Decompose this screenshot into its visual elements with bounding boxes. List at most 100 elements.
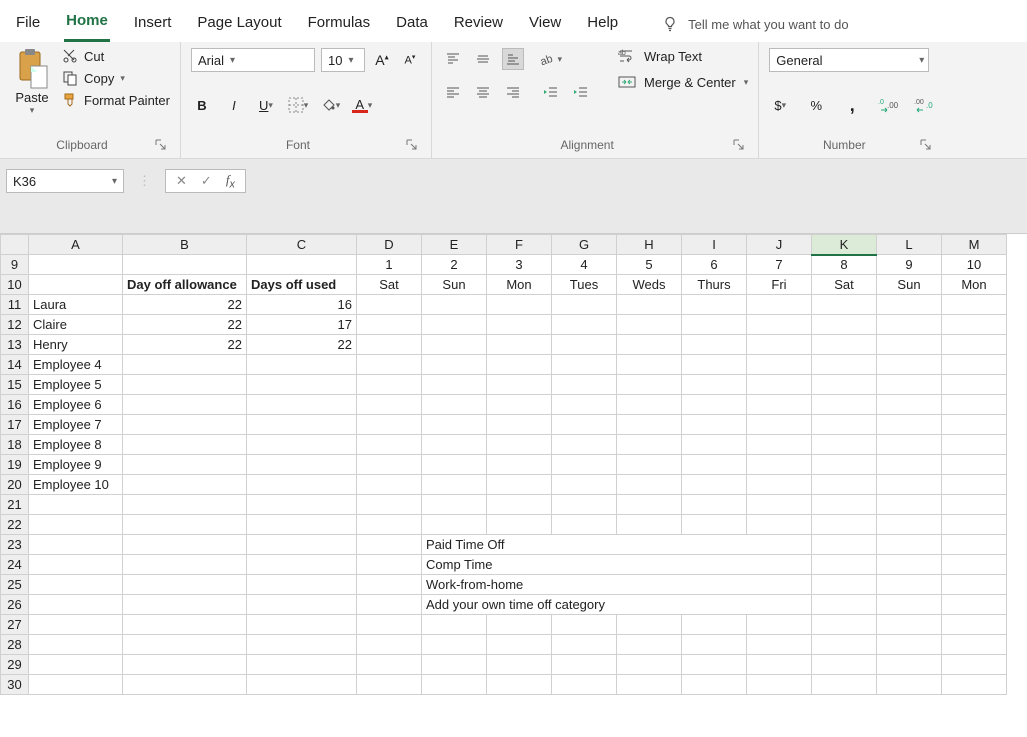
- cell-I30[interactable]: [682, 675, 747, 695]
- align-bottom-button[interactable]: [502, 48, 524, 70]
- cell-K15[interactable]: [812, 375, 877, 395]
- cell-D22[interactable]: [357, 515, 422, 535]
- col-header-I[interactable]: I: [682, 235, 747, 255]
- cell-J14[interactable]: [747, 355, 812, 375]
- row-header-11[interactable]: 11: [1, 295, 29, 315]
- col-header-C[interactable]: C: [247, 235, 357, 255]
- orientation-button[interactable]: ab▾: [540, 48, 562, 70]
- underline-button[interactable]: U▾: [255, 94, 277, 116]
- accounting-format-button[interactable]: $▾: [769, 94, 791, 116]
- cell-J29[interactable]: [747, 655, 812, 675]
- cell-G29[interactable]: [552, 655, 617, 675]
- legend-color-pto[interactable]: [357, 535, 422, 555]
- copy-button[interactable]: Copy ▾: [62, 70, 170, 86]
- cell-H18[interactable]: [617, 435, 682, 455]
- cell-A11[interactable]: Laura: [29, 295, 123, 315]
- cell-C22[interactable]: [247, 515, 357, 535]
- cell-K13[interactable]: [812, 335, 877, 355]
- cell-B22[interactable]: [123, 515, 247, 535]
- cell-A24[interactable]: [29, 555, 123, 575]
- cell-J16[interactable]: [747, 395, 812, 415]
- tell-me[interactable]: Tell me what you want to do: [662, 16, 848, 32]
- cell-L28[interactable]: [877, 635, 942, 655]
- cell-H16[interactable]: [617, 395, 682, 415]
- cell-J21[interactable]: [747, 495, 812, 515]
- cell-C20[interactable]: [247, 475, 357, 495]
- decrease-decimal-button[interactable]: .00.0: [913, 94, 935, 116]
- cell-K20[interactable]: [812, 475, 877, 495]
- cell-L26[interactable]: [877, 595, 942, 615]
- row-header-30[interactable]: 30: [1, 675, 29, 695]
- cell-B15[interactable]: [123, 375, 247, 395]
- wrap-text-button[interactable]: ab Wrap Text: [618, 48, 748, 64]
- cell-G12[interactable]: [552, 315, 617, 335]
- menu-view[interactable]: View: [527, 8, 563, 41]
- cell-E30[interactable]: [422, 675, 487, 695]
- cell-A22[interactable]: [29, 515, 123, 535]
- cell-C11[interactable]: 16: [247, 295, 357, 315]
- cell-A13[interactable]: Henry: [29, 335, 123, 355]
- cell-A20[interactable]: Employee 10: [29, 475, 123, 495]
- cell-K28[interactable]: [812, 635, 877, 655]
- cell-J17[interactable]: [747, 415, 812, 435]
- cell-H22[interactable]: [617, 515, 682, 535]
- cell-E12[interactable]: [422, 315, 487, 335]
- cell-B30[interactable]: [123, 675, 247, 695]
- cell-F29[interactable]: [487, 655, 552, 675]
- cell-L21[interactable]: [877, 495, 942, 515]
- cell-B11[interactable]: 22: [123, 295, 247, 315]
- cell-M13[interactable]: [942, 335, 1007, 355]
- row-header-16[interactable]: 16: [1, 395, 29, 415]
- cell-F14[interactable]: [487, 355, 552, 375]
- cell-A19[interactable]: Employee 9: [29, 455, 123, 475]
- cell-D15[interactable]: [357, 375, 422, 395]
- cell-C30[interactable]: [247, 675, 357, 695]
- cell-M20[interactable]: [942, 475, 1007, 495]
- cell-H13[interactable]: [617, 335, 682, 355]
- cell-I17[interactable]: [682, 415, 747, 435]
- cell-K21[interactable]: [812, 495, 877, 515]
- menu-page-layout[interactable]: Page Layout: [195, 8, 283, 41]
- cell-D19[interactable]: [357, 455, 422, 475]
- cell-K25[interactable]: [812, 575, 877, 595]
- cell-D18[interactable]: [357, 435, 422, 455]
- cell-E21[interactable]: [422, 495, 487, 515]
- row-header-26[interactable]: 26: [1, 595, 29, 615]
- cell-G14[interactable]: [552, 355, 617, 375]
- cell-M24[interactable]: [942, 555, 1007, 575]
- cell-G20[interactable]: [552, 475, 617, 495]
- cell-B9[interactable]: [123, 255, 247, 275]
- cell-M15[interactable]: [942, 375, 1007, 395]
- col-header-D[interactable]: D: [357, 235, 422, 255]
- cell-G10[interactable]: Tues: [552, 275, 617, 295]
- legend-color-wfh[interactable]: [357, 575, 422, 595]
- cell-A25[interactable]: [29, 575, 123, 595]
- cell-E29[interactable]: [422, 655, 487, 675]
- cell-I14[interactable]: [682, 355, 747, 375]
- cell-H14[interactable]: [617, 355, 682, 375]
- cell-F19[interactable]: [487, 455, 552, 475]
- cell-M14[interactable]: [942, 355, 1007, 375]
- cell-H9[interactable]: 5: [617, 255, 682, 275]
- cell-B20[interactable]: [123, 475, 247, 495]
- dialog-launcher-icon[interactable]: [405, 138, 419, 152]
- cell-E19[interactable]: [422, 455, 487, 475]
- cell-C28[interactable]: [247, 635, 357, 655]
- cell-M21[interactable]: [942, 495, 1007, 515]
- cell-E22[interactable]: [422, 515, 487, 535]
- cell-B18[interactable]: [123, 435, 247, 455]
- col-header-A[interactable]: A: [29, 235, 123, 255]
- row-header-18[interactable]: 18: [1, 435, 29, 455]
- menu-help[interactable]: Help: [585, 8, 620, 41]
- menu-insert[interactable]: Insert: [132, 8, 174, 41]
- worksheet[interactable]: ABCDEFGHIJKLM91234567891010Day off allow…: [0, 234, 1027, 695]
- col-header-E[interactable]: E: [422, 235, 487, 255]
- cell-J20[interactable]: [747, 475, 812, 495]
- bold-button[interactable]: B: [191, 94, 213, 116]
- cell-D11[interactable]: [357, 295, 422, 315]
- row-header-28[interactable]: 28: [1, 635, 29, 655]
- cell-K19[interactable]: [812, 455, 877, 475]
- cell-C26[interactable]: [247, 595, 357, 615]
- col-header-B[interactable]: B: [123, 235, 247, 255]
- cell-L17[interactable]: [877, 415, 942, 435]
